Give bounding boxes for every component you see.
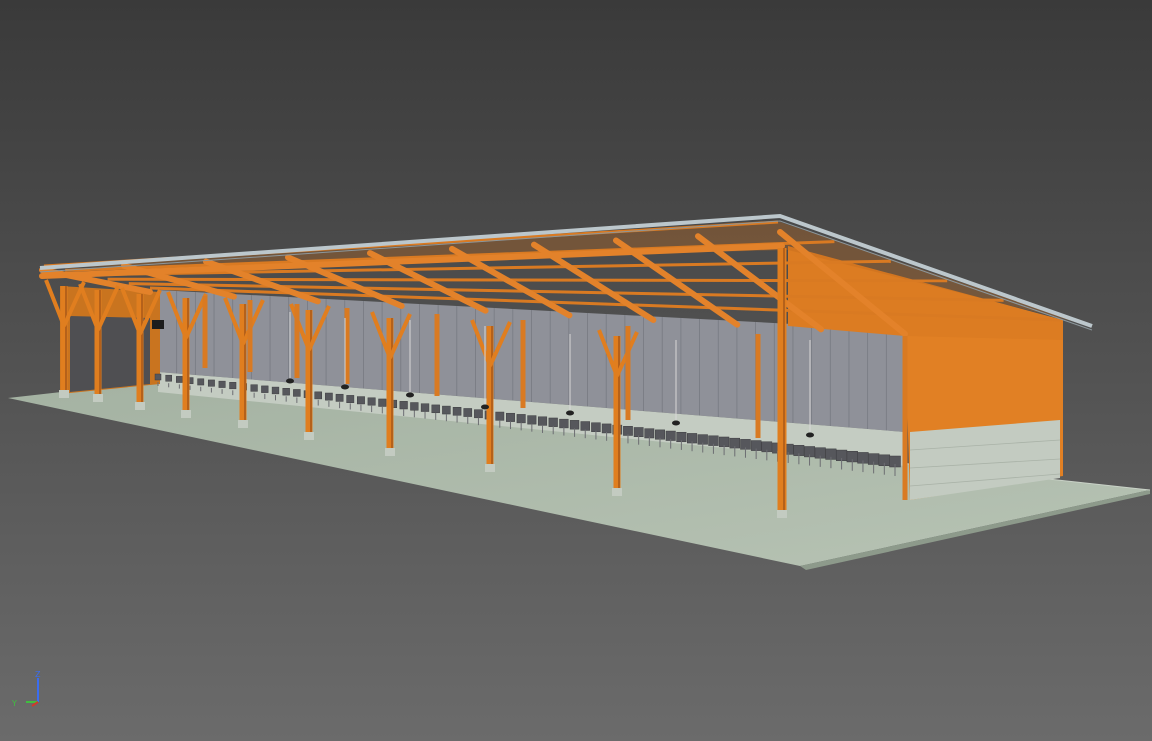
feeder-bucket: [197, 378, 205, 386]
column-footing: [385, 448, 395, 456]
feeder-bucket: [410, 402, 419, 411]
feeder-bucket: [601, 423, 612, 434]
drinker-bowl: [672, 420, 680, 426]
drinker-bowl: [481, 404, 489, 410]
feeder-bucket: [463, 408, 473, 417]
feeder-bucket: [346, 395, 355, 403]
column-footing: [612, 488, 622, 496]
feeder-bucket: [559, 418, 569, 429]
feeder-bucket: [580, 421, 590, 431]
feeder-bucket: [655, 429, 665, 440]
feeder-bucket: [357, 396, 365, 405]
feeder-bucket: [527, 415, 537, 425]
feeder-bucket: [367, 397, 376, 406]
column-footing: [59, 390, 69, 398]
feeder-bucket: [282, 388, 290, 396]
feeder-bucket: [452, 407, 462, 416]
feeder-bucket: [207, 379, 215, 387]
column-footing: [485, 464, 495, 472]
column-footing: [777, 510, 787, 518]
feeder-bucket: [250, 384, 258, 392]
feeder-bucket: [271, 386, 280, 395]
y-axis-label: Y: [11, 699, 17, 708]
feeder-bucket: [537, 416, 548, 426]
feeder-bucket: [420, 403, 430, 412]
column-footing: [238, 420, 248, 428]
feeder-bucket: [325, 392, 333, 401]
fan-unit: [152, 320, 164, 329]
z-axis-label: Z: [35, 670, 41, 679]
feeder-bucket: [431, 404, 440, 414]
drinker-bowl: [341, 384, 349, 390]
feeder-bucket: [506, 412, 515, 422]
feeder-bucket: [516, 414, 526, 424]
feeder-bucket: [229, 382, 237, 390]
feeder-bucket: [399, 401, 408, 410]
feeder-bucket: [644, 428, 655, 439]
column-footing: [304, 432, 314, 440]
feeder-bucket: [548, 417, 558, 427]
feeder-bucket: [633, 427, 644, 437]
drinker-bowl: [806, 432, 814, 438]
feeder-bucket: [442, 405, 451, 415]
drinker-bowl: [566, 410, 574, 416]
feeder-bucket: [261, 385, 269, 393]
drinker-bowl: [286, 378, 294, 384]
feeder-bucket: [218, 380, 226, 388]
axis-gizmo: Z Y: [8, 668, 52, 712]
feeder-bucket: [569, 420, 580, 430]
scene-canvas[interactable]: [0, 0, 1152, 741]
drinker-bowl: [406, 392, 414, 398]
roof-purlin: [107, 277, 948, 283]
column-footing: [135, 402, 145, 410]
column-footing: [181, 410, 191, 418]
feeder-bucket: [474, 409, 483, 419]
feeder-bucket: [154, 373, 162, 381]
feeder-bucket: [623, 426, 633, 436]
feeder-bucket: [591, 422, 601, 432]
feeder-bucket: [293, 389, 301, 397]
feeder-bucket: [495, 411, 505, 421]
feeder-bucket: [314, 391, 323, 400]
3d-viewport[interactable]: Z Y: [0, 0, 1152, 741]
feeder-bucket: [176, 376, 183, 383]
feeder-bucket: [335, 393, 344, 402]
feeder-bucket: [165, 374, 172, 382]
feeder-bucket: [378, 398, 387, 407]
column-footing: [93, 394, 103, 402]
